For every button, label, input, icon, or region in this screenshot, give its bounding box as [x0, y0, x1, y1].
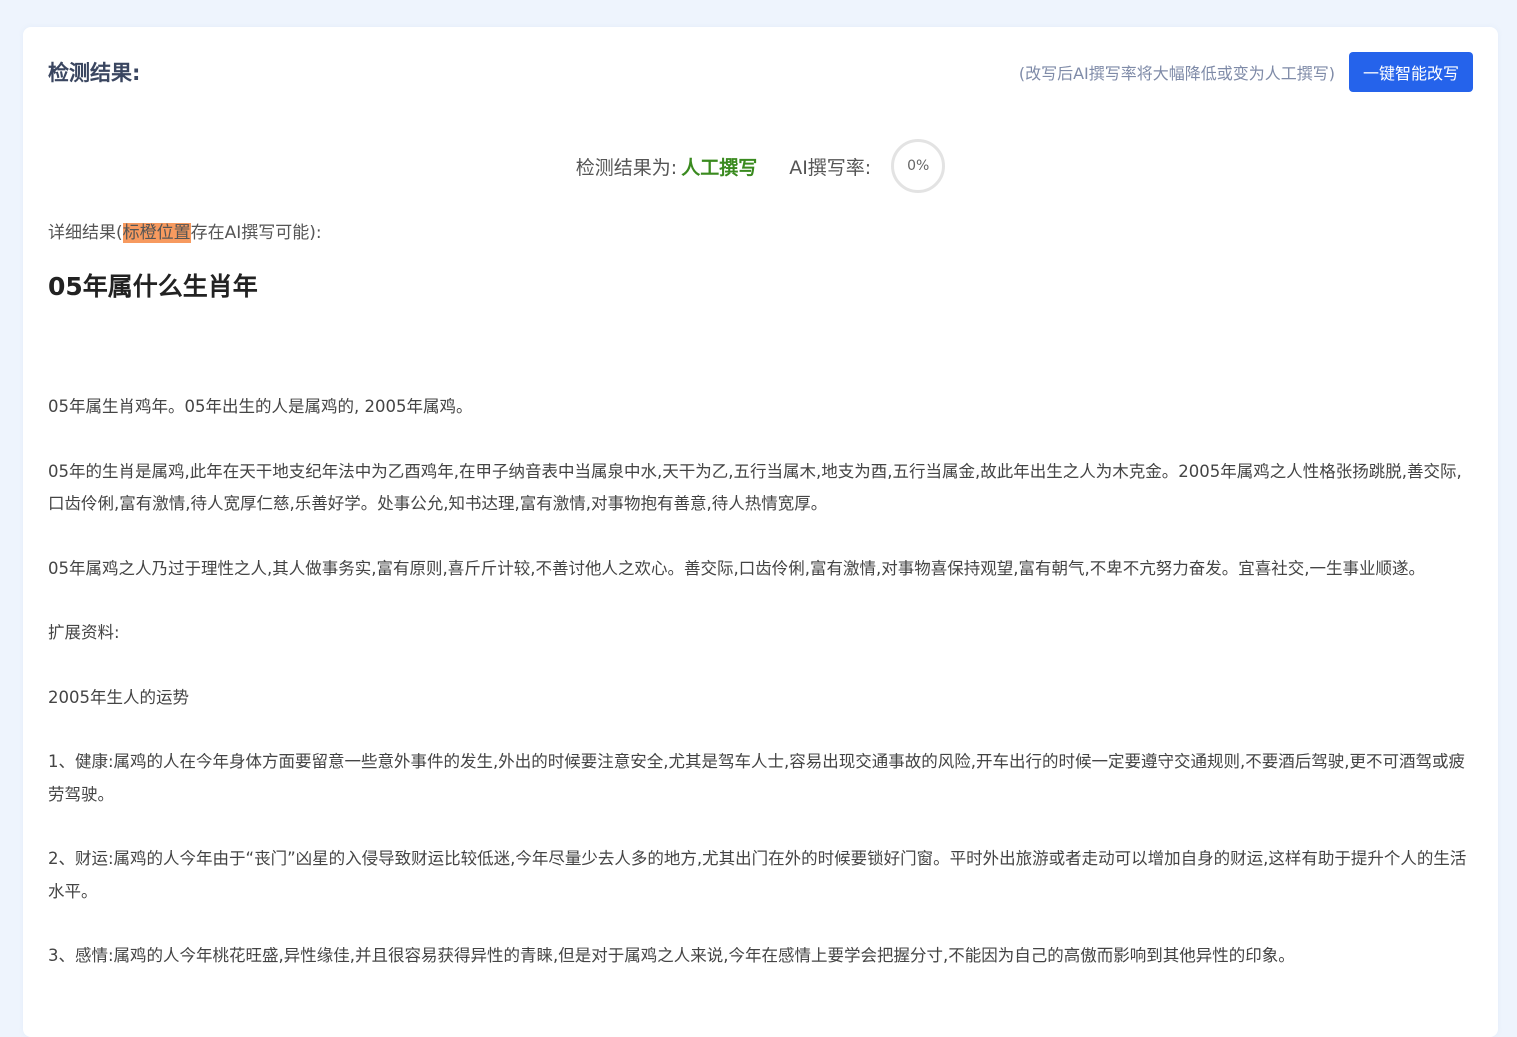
ai-rate-gauge: 0% — [891, 139, 946, 193]
article-paragraph: 05年的生肖是属鸡,此年在天干地支纪年法中为乙酉鸡年,在甲子纳音表中当属泉中水,… — [48, 461, 1462, 514]
result-value: 人工撰写 — [681, 156, 758, 179]
detail-suffix: 存在AI撰写可能): — [190, 223, 322, 243]
detail-label: 详细结果(标橙位置存在AI撰写可能): — [48, 220, 322, 246]
article-paragraph: 2、财运:属鸡的人今年由于“丧门”凶星的入侵导致财运比较低迷,今年尽量少去人多的… — [48, 849, 1467, 901]
section-title: 检测结果: — [48, 61, 141, 85]
article-paragraph: 2005年生人的运势 — [48, 687, 189, 707]
rewrite-hint: (改写后AI撰写率将大幅降低或变为人工撰写) — [1018, 64, 1335, 83]
article-paragraph: 1、健康:属鸡的人在今年身体方面要留意一些意外事件的发生,外出的时候要注意安全,… — [48, 752, 1466, 804]
article-paragraph: 3、感情:属鸡的人今年桃花旺盛,异性缘佳,并且很容易获得异性的青睐,但是对于属鸡… — [48, 946, 1295, 965]
ai-rate-label: AI撰写率: — [789, 156, 872, 179]
result-card: 检测结果: (改写后AI撰写率将大幅降低或变为人工撰写) 一键智能改写 检测结果… — [23, 27, 1498, 1037]
article-content: 05年属什么生肖年 05年属生肖鸡年。05年出生的人是属鸡的, 2005年属鸡。… — [48, 267, 1473, 973]
highlight-legend: 标橙位置 — [122, 223, 191, 243]
result-label: 检测结果为: — [575, 156, 678, 179]
article-paragraph: 扩展资料: — [48, 623, 120, 642]
article-paragraph: 05年属鸡之人乃过于理性之人,其人做事务实,富有原则,喜斤斤计较,不善讨他人之欢… — [48, 558, 1425, 578]
result-header: 检测结果: (改写后AI撰写率将大幅降低或变为人工撰写) 一键智能改写 — [48, 52, 1473, 92]
article-title: 05年属什么生肖年 — [48, 272, 258, 301]
article-paragraph: 05年属生肖鸡年。05年出生的人是属鸡的, 2005年属鸡。 — [48, 397, 473, 416]
ai-rate-value: 0% — [907, 158, 930, 174]
smart-rewrite-button[interactable]: 一键智能改写 — [1348, 52, 1473, 92]
detail-prefix: 详细结果( — [48, 223, 123, 243]
detection-summary: 检测结果为: 人工撰写 AI撰写率: 0% — [23, 138, 1498, 194]
header-actions: (改写后AI撰写率将大幅降低或变为人工撰写) 一键智能改写 — [1019, 52, 1473, 92]
